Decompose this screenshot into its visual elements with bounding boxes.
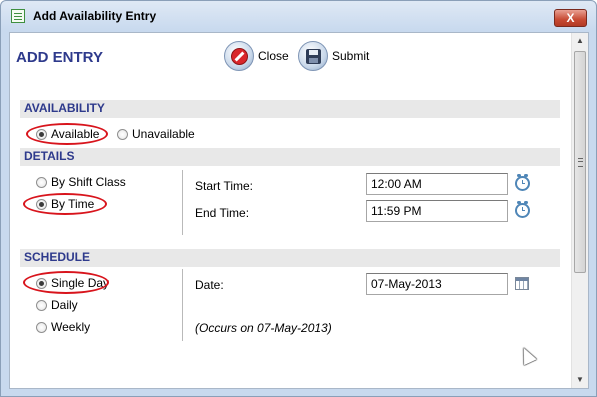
vertical-scrollbar[interactable]: ▲ ▼ (571, 33, 588, 388)
schedule-section-header: SCHEDULE (20, 249, 560, 267)
details-section-header: DETAILS (20, 148, 560, 166)
submit-button-label: Submit (332, 49, 370, 63)
close-button-label: Close (258, 49, 289, 63)
scroll-up-icon[interactable]: ▲ (572, 33, 588, 49)
calendar-icon[interactable] (515, 277, 529, 290)
submit-button[interactable]: Submit (298, 41, 369, 71)
highlight-ring (26, 123, 108, 145)
highlight-ring (23, 193, 107, 215)
title-bar[interactable]: Add Availability Entry X (1, 1, 596, 31)
close-icon (231, 48, 248, 65)
radio-icon (117, 128, 128, 140)
scrollbar-thumb[interactable] (574, 51, 586, 273)
start-time-label: Start Time: (195, 179, 254, 193)
clock-icon[interactable] (515, 201, 530, 218)
grip-icon (578, 158, 583, 167)
save-icon (306, 49, 321, 64)
availability-section-header: AVAILABILITY (20, 100, 560, 118)
list-icon (11, 9, 25, 23)
radio-icon (36, 176, 47, 188)
close-button[interactable]: Close (224, 41, 289, 71)
date-input[interactable]: 07-May-2013 (366, 273, 508, 295)
start-time-input[interactable]: 12:00 AM (366, 173, 508, 195)
divider (182, 269, 183, 341)
dialog-content: ▲ ▼ ADD ENTRY Close Submit AVAILABILITY … (9, 32, 589, 389)
date-label: Date: (195, 278, 224, 292)
by-shift-class-radio[interactable]: By Shift Class (36, 175, 126, 189)
end-time-label: End Time: (195, 206, 250, 220)
window-title: Add Availability Entry (33, 9, 157, 23)
occurs-note: (Occurs on 07-May-2013) (195, 321, 332, 335)
dialog-window: Add Availability Entry X ▲ ▼ ADD ENTRY C… (0, 0, 597, 397)
scroll-down-icon[interactable]: ▼ (572, 372, 588, 388)
radio-icon (36, 299, 47, 311)
radio-icon (36, 321, 47, 333)
window-close-icon[interactable]: X (554, 9, 587, 27)
end-time-input[interactable]: 11:59 PM (366, 200, 508, 222)
clock-icon[interactable] (515, 174, 530, 191)
unavailable-radio[interactable]: Unavailable (117, 127, 195, 141)
page-title: ADD ENTRY (16, 49, 103, 66)
highlight-ring (23, 271, 109, 294)
weekly-radio[interactable]: Weekly (36, 320, 90, 334)
daily-radio[interactable]: Daily (36, 298, 78, 312)
divider (182, 170, 183, 235)
